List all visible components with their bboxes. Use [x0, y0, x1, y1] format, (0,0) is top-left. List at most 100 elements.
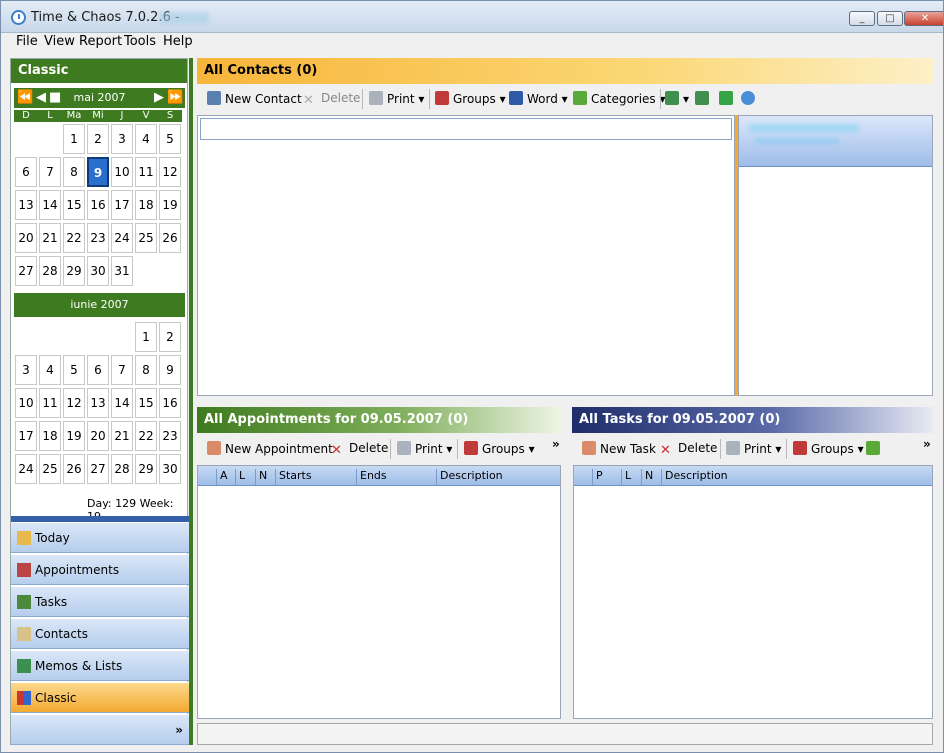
word-export-button[interactable]: Word ▾: [509, 91, 568, 106]
calendar-day[interactable]: 2: [87, 124, 109, 154]
print-tasks-button[interactable]: Print ▾: [726, 441, 781, 456]
calendar-day[interactable]: 25: [135, 223, 157, 253]
calendar-day[interactable]: 31: [111, 256, 133, 286]
col-l[interactable]: L: [235, 469, 245, 486]
col-ends[interactable]: Ends: [356, 469, 387, 486]
calendar-day[interactable]: 21: [111, 421, 133, 451]
calendar-day[interactable]: 15: [63, 190, 85, 220]
new-task-button[interactable]: New Task: [582, 441, 656, 456]
menu-report[interactable]: Report: [79, 34, 122, 49]
calendar-day[interactable]: 22: [63, 223, 85, 253]
appointments-toolbar-overflow[interactable]: »: [552, 437, 560, 451]
calendar-day[interactable]: 4: [39, 355, 61, 385]
calendar-day[interactable]: 5: [159, 124, 181, 154]
close-button[interactable]: ✕: [904, 11, 943, 26]
calendar-day[interactable]: 24: [111, 223, 133, 253]
calendar-day[interactable]: 19: [63, 421, 85, 451]
view-columns-button[interactable]: ▾: [665, 91, 689, 106]
calendar-day[interactable]: 29: [135, 454, 157, 484]
calendar-day[interactable]: 29: [63, 256, 85, 286]
calendar-day[interactable]: 5: [63, 355, 85, 385]
col-n[interactable]: N: [641, 469, 653, 486]
print-appointments-button[interactable]: Print ▾: [397, 441, 452, 456]
calendar-day[interactable]: 28: [111, 454, 133, 484]
calendar-day[interactable]: 12: [63, 388, 85, 418]
calendar-day[interactable]: 3: [111, 124, 133, 154]
calendar-day[interactable]: 11: [39, 388, 61, 418]
calendar-day[interactable]: 1: [63, 124, 85, 154]
menu-help[interactable]: Help: [163, 34, 193, 49]
calendar-day[interactable]: 12: [159, 157, 181, 187]
calendar-day[interactable]: 30: [159, 454, 181, 484]
today-square-icon[interactable]: ■: [49, 88, 61, 108]
col-n[interactable]: N: [255, 469, 267, 486]
col-p[interactable]: P: [592, 469, 603, 486]
calendar-day[interactable]: 15: [135, 388, 157, 418]
task-filter-button[interactable]: [866, 441, 884, 456]
calendar-day[interactable]: 2: [159, 322, 181, 352]
calendar-day[interactable]: 23: [87, 223, 109, 253]
calendar-day[interactable]: 30: [87, 256, 109, 286]
calendar-day[interactable]: 9: [87, 157, 109, 187]
menu-file[interactable]: File: [16, 34, 38, 49]
col-description[interactable]: Description: [661, 469, 728, 486]
col-a[interactable]: A: [216, 469, 228, 486]
calendar-day[interactable]: 25: [39, 454, 61, 484]
calendar-day[interactable]: 7: [111, 355, 133, 385]
groups-contacts-button[interactable]: Groups ▾: [435, 91, 506, 106]
col-description[interactable]: Description: [436, 469, 503, 486]
calendar-day[interactable]: 8: [135, 355, 157, 385]
calendar-day[interactable]: 14: [39, 190, 61, 220]
next-year-icon[interactable]: ⏩: [167, 88, 183, 108]
next-month-icon[interactable]: ▶: [154, 88, 164, 108]
calendar-day[interactable]: 26: [159, 223, 181, 253]
calendar-day[interactable]: 6: [87, 355, 109, 385]
refresh-button[interactable]: [719, 91, 737, 106]
calendar-day[interactable]: 18: [39, 421, 61, 451]
calendar-day[interactable]: 28: [39, 256, 61, 286]
print-contacts-button[interactable]: Print ▾: [369, 91, 424, 106]
nav-today[interactable]: Today: [11, 522, 189, 553]
maximize-button[interactable]: □: [877, 11, 903, 26]
nav-appointments[interactable]: Appointments: [11, 554, 189, 585]
prev-month-icon[interactable]: ◀: [36, 88, 46, 108]
nav-classic[interactable]: Classic: [11, 682, 189, 713]
nav-memos[interactable]: Memos & Lists: [11, 650, 189, 681]
calendar-day[interactable]: 26: [63, 454, 85, 484]
list-view-button[interactable]: [695, 91, 713, 106]
calendar-day[interactable]: 13: [15, 190, 37, 220]
calendar-day[interactable]: 24: [15, 454, 37, 484]
calendar-day[interactable]: 16: [87, 190, 109, 220]
delete-contact-button[interactable]: ✕ Delete: [303, 91, 360, 108]
calendar-day[interactable]: 20: [15, 223, 37, 253]
calendar-day[interactable]: 20: [87, 421, 109, 451]
calendar-day[interactable]: 22: [135, 421, 157, 451]
calendar-day[interactable]: 7: [39, 157, 61, 187]
calendar-day[interactable]: 4: [135, 124, 157, 154]
calendar-day[interactable]: 16: [159, 388, 181, 418]
calendar-day[interactable]: 3: [15, 355, 37, 385]
calendar-day[interactable]: 17: [111, 190, 133, 220]
minimize-button[interactable]: _: [849, 11, 875, 26]
groups-tasks-button[interactable]: Groups ▾: [793, 441, 864, 456]
calendar-day[interactable]: 21: [39, 223, 61, 253]
calendar-day[interactable]: 14: [111, 388, 133, 418]
categories-button[interactable]: Categories ▾: [573, 91, 666, 106]
contacts-search-field[interactable]: [200, 118, 732, 140]
calendar-day[interactable]: 10: [15, 388, 37, 418]
calendar-day[interactable]: 27: [87, 454, 109, 484]
calendar-day[interactable]: 1: [135, 322, 157, 352]
calendar-day[interactable]: 17: [15, 421, 37, 451]
menu-view[interactable]: View: [44, 34, 75, 49]
settings-button[interactable]: [741, 91, 759, 106]
groups-appointments-button[interactable]: Groups ▾: [464, 441, 535, 456]
menu-tools[interactable]: Tools: [124, 34, 156, 49]
col-starts[interactable]: Starts: [275, 469, 312, 486]
prev-year-icon[interactable]: ⏪: [17, 88, 33, 108]
nav-more-button[interactable]: »: [11, 714, 189, 745]
delete-appointment-button[interactable]: ✕ Delete: [331, 441, 388, 458]
delete-task-button[interactable]: ✕ Delete: [660, 441, 717, 458]
calendar-day[interactable]: 27: [15, 256, 37, 286]
calendar-day[interactable]: 10: [111, 157, 133, 187]
new-appointment-button[interactable]: New Appointment: [207, 441, 333, 456]
